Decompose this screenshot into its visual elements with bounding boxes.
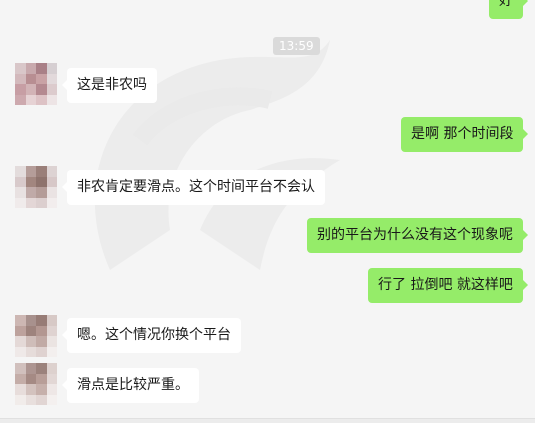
avatar[interactable] <box>15 166 57 208</box>
chat-message-area[interactable]: 好 13:59 这是非农吗 是啊 那个时间段 非农肯定要滑点。这个时间平台不会认… <box>0 0 535 423</box>
message-bubble[interactable]: 别的平台为什么没有这个现象呢 <box>307 218 528 253</box>
message-bubble[interactable]: 非农肯定要滑点。这个时间平台不会认 <box>62 170 325 205</box>
message-bubble[interactable]: 是啊 那个时间段 <box>401 117 529 152</box>
input-area-divider <box>0 418 535 423</box>
message-bubble[interactable]: 滑点是比较严重。 <box>62 368 199 403</box>
message-bubble[interactable]: 嗯。这个情况你换个平台 <box>62 318 241 353</box>
message-bubble[interactable]: 行了 拉倒吧 就这样吧 <box>368 268 528 303</box>
message-timestamp: 13:59 <box>273 37 320 55</box>
message-bubble[interactable]: 好 <box>489 0 528 19</box>
avatar[interactable] <box>15 315 57 357</box>
message-bubble[interactable]: 这是非农吗 <box>62 68 157 103</box>
avatar[interactable] <box>15 63 57 105</box>
avatar[interactable] <box>15 363 57 405</box>
